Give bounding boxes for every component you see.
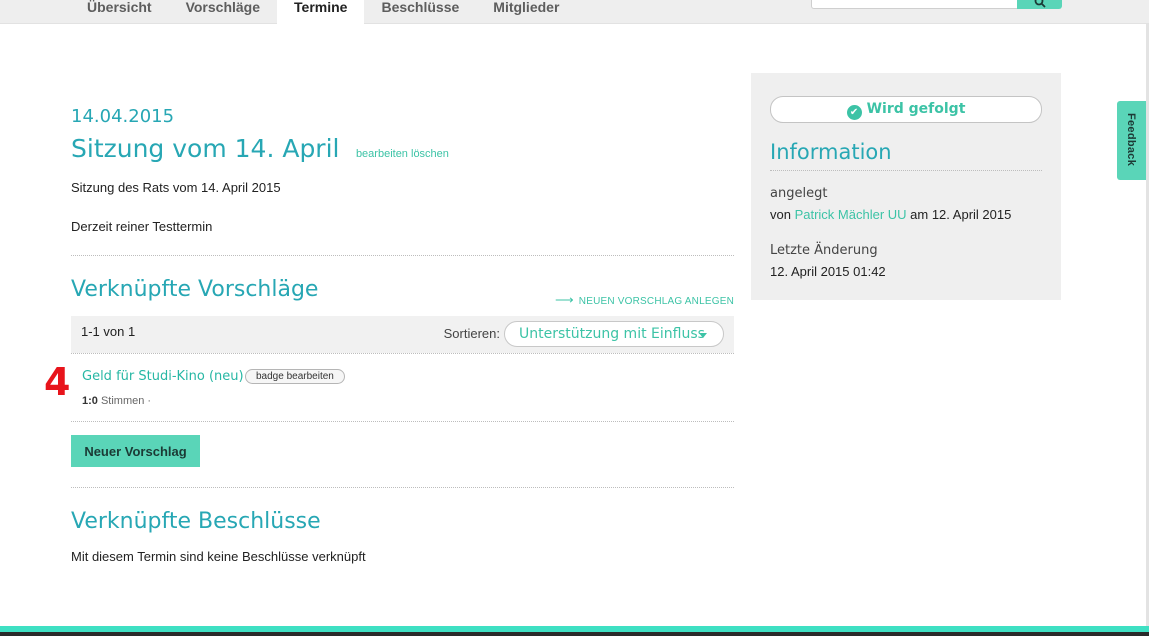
created-date: am 12. April 2015 [906, 207, 1012, 222]
list-toolbar: 1-1 von 1 Sortieren: Unterstützung mit E… [71, 316, 734, 353]
proposal-number: 4 [44, 360, 71, 404]
created-prefix: von [770, 207, 795, 222]
new-proposal-link-label: NEUEN VORSCHLAG ANLEGEN [578, 296, 734, 307]
feedback-tab[interactable]: Feedback [1117, 101, 1146, 180]
result-count: 1-1 von 1 [81, 324, 136, 339]
event-subtitle: Sitzung des Rats vom 14. April 2015 [71, 180, 281, 195]
tab-beschluesse[interactable]: Beschlüsse [364, 0, 476, 24]
proposal-votes: 1:0 Stimmen · [82, 395, 151, 407]
edit-link[interactable]: bearbeiten [356, 148, 408, 160]
decisions-section-title: Verknüpfte Beschlüsse [71, 509, 321, 534]
vote-ratio: 1:0 [82, 395, 98, 407]
divider [71, 421, 734, 422]
tab-termine[interactable]: Termine [277, 0, 365, 25]
new-proposal-link[interactable]: ⟶ NEUEN VORSCHLAG ANLEGEN [555, 292, 734, 308]
event-date: 14.04.2015 [71, 106, 175, 127]
arrow-right-icon: ⟶ [554, 292, 574, 307]
footer-bar [0, 626, 1149, 636]
feedback-tab-label: Feedback [1125, 113, 1137, 167]
modified-label: Letzte Änderung [770, 243, 878, 258]
info-sidebar: ✔ Wird gefolgt Information angelegt von P… [751, 73, 1061, 300]
search-icon [1034, 0, 1046, 8]
sort-dropdown-value: Unterstützung mit Einfluss [519, 326, 705, 342]
check-icon: ✔ [846, 105, 862, 120]
created-label: angelegt [770, 186, 828, 201]
decisions-empty-text: Mit diesem Termin sind keine Beschlüsse … [71, 549, 366, 564]
badge-edit-button[interactable]: badge bearbeiten [245, 369, 345, 384]
divider [770, 170, 1042, 171]
divider [71, 255, 734, 256]
event-title-row: Sitzung vom 14. April bearbeiten löschen [71, 134, 449, 163]
modified-value: 12. April 2015 01:42 [770, 264, 886, 279]
search-input[interactable] [811, 0, 1019, 9]
event-description: Derzeit reiner Testtermin [71, 219, 213, 234]
info-title: Information [770, 140, 892, 164]
page-title: Sitzung vom 14. April [71, 134, 340, 163]
divider [71, 487, 734, 488]
tab-vorschlaege[interactable]: Vorschläge [169, 0, 277, 24]
proposal-title-link[interactable]: Geld für Studi-Kino (neu) [82, 369, 244, 384]
created-value: von Patrick Mächler UU am 12. April 2015 [770, 207, 1011, 222]
title-actions: bearbeiten löschen [356, 148, 449, 160]
follow-button-label: Wird gefolgt [866, 101, 966, 117]
sort-dropdown[interactable]: Unterstützung mit Einfluss [504, 321, 724, 347]
caret-down-icon [699, 333, 707, 338]
top-navigation: Übersicht Vorschläge Termine Beschlüsse … [0, 0, 1149, 25]
search-button[interactable] [1017, 0, 1062, 9]
new-proposal-button[interactable]: Neuer Vorschlag [71, 435, 200, 467]
tab-mitglieder[interactable]: Mitglieder [476, 0, 576, 24]
vote-label: Stimmen · [97, 395, 152, 407]
nav-tabs: Übersicht Vorschläge Termine Beschlüsse … [70, 0, 576, 25]
delete-link[interactable]: löschen [411, 148, 449, 160]
divider [71, 353, 734, 354]
follow-button[interactable]: ✔ Wird gefolgt [770, 96, 1042, 123]
author-link[interactable]: Patrick Mächler UU [795, 207, 907, 222]
tab-uebersicht[interactable]: Übersicht [70, 0, 169, 24]
sort-label: Sortieren: [443, 326, 500, 341]
proposals-section-title: Verknüpfte Vorschläge [71, 277, 319, 302]
